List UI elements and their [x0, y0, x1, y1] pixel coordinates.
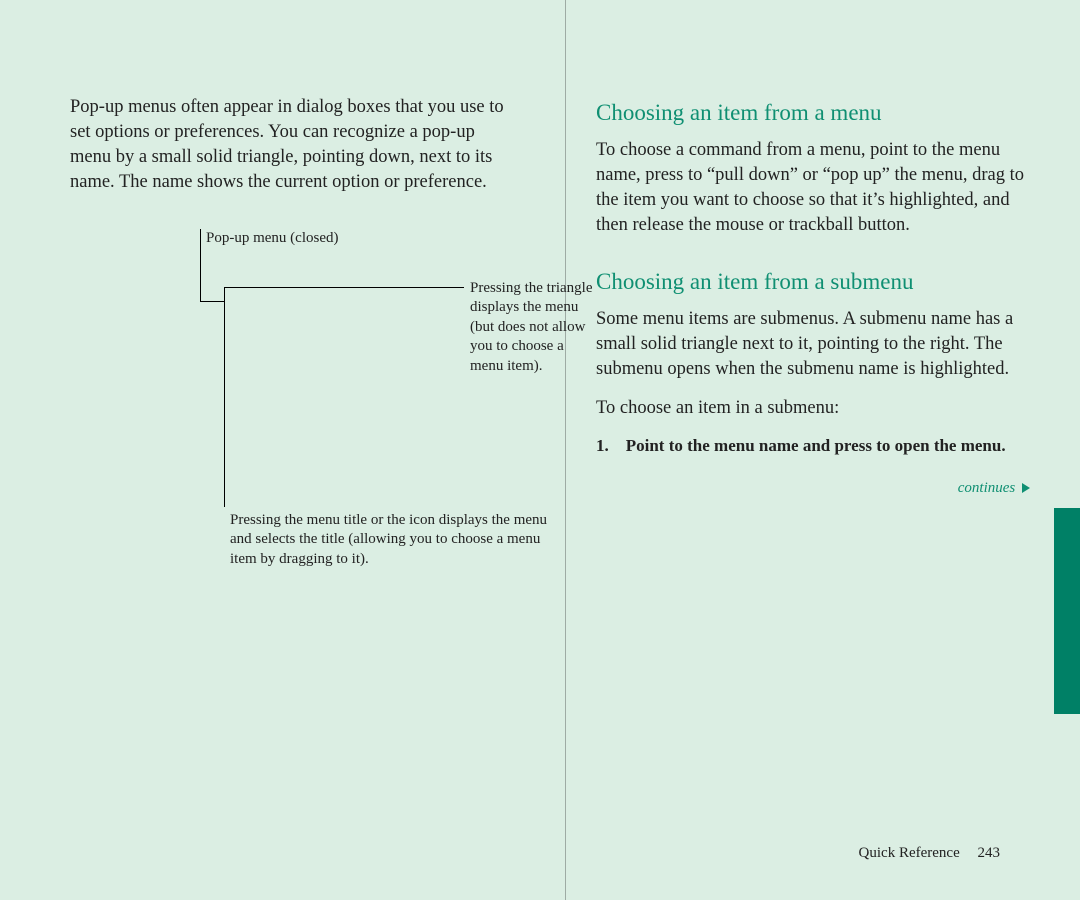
popup-menu-diagram: Pop-up menu (closed) Pressing the triang…: [200, 229, 520, 599]
heading-choosing-item-menu: Choosing an item from a menu: [596, 97, 1036, 128]
page-footer: Quick Reference 243: [859, 845, 1000, 862]
thumb-index-tab: [1054, 508, 1080, 714]
rule-vertical-2: [224, 287, 225, 507]
heading-choosing-item-submenu: Choosing an item from a submenu: [596, 266, 1036, 297]
paragraph-choose-command: To choose a command from a menu, point t…: [596, 138, 1036, 238]
paragraph-submenu-lead: To choose an item in a submenu:: [596, 396, 1036, 421]
left-column: Pop-up menus often appear in dialog boxe…: [70, 0, 520, 900]
continues-label: continues: [958, 480, 1016, 496]
rule-vertical-1: [200, 229, 201, 301]
triangle-right-icon: [1022, 483, 1030, 493]
paragraph-submenu-intro: Some menu items are submenus. A submenu …: [596, 307, 1036, 382]
footer-page-number: 243: [978, 845, 1001, 861]
footer-section: Quick Reference: [859, 845, 960, 861]
page: Pop-up menus often appear in dialog boxe…: [0, 0, 1080, 900]
callout-pressing-triangle: Pressing the triangle displays the menu …: [470, 279, 600, 377]
callout-closed-menu: Pop-up menu (closed): [206, 229, 338, 249]
right-column: Choosing an item from a menu To choose a…: [565, 0, 1036, 900]
rule-horizontal-1: [200, 301, 224, 302]
continues-indicator: continues: [596, 478, 1030, 498]
intro-paragraph: Pop-up menus often appear in dialog boxe…: [70, 95, 520, 195]
callout-pressing-title: Pressing the menu title or the icon disp…: [230, 511, 550, 570]
step-1: 1. Point to the menu name and press to o…: [596, 435, 1036, 458]
rule-horizontal-2: [224, 287, 464, 288]
